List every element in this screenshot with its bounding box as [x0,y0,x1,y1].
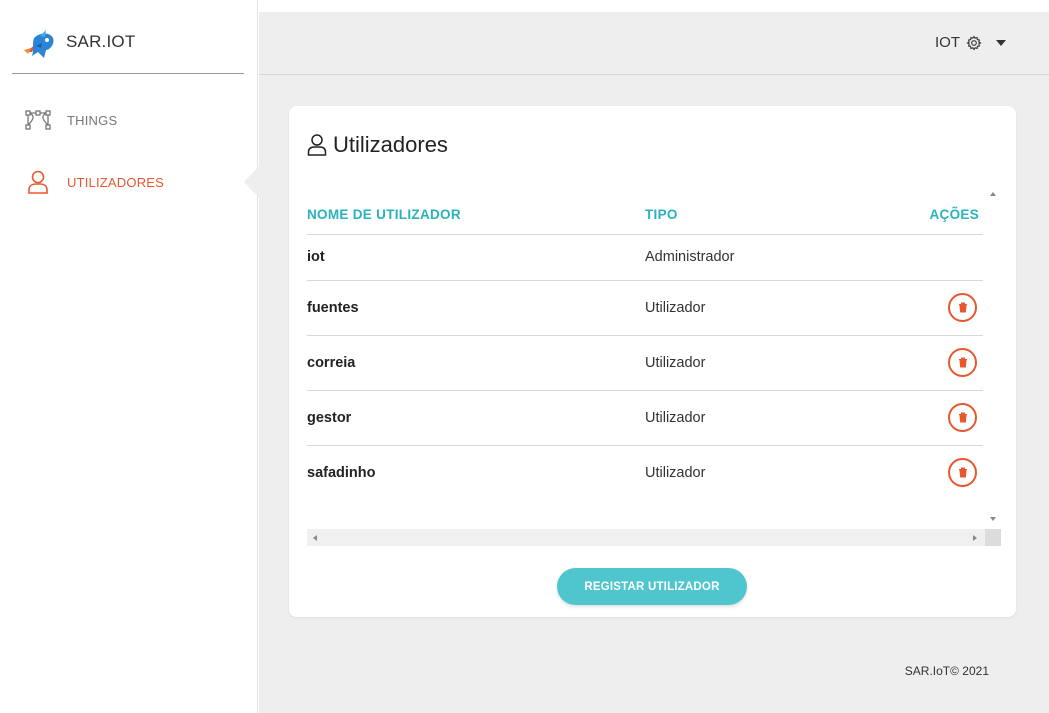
table-row: fuentes Utilizador [307,280,983,336]
sidebar-item-utilizadores[interactable]: UTILIZADORES [24,168,164,196]
user-type-cell: Utilizador [645,335,857,391]
table-row: gestor Utilizador [307,390,983,446]
delete-user-button[interactable] [948,458,977,488]
brand[interactable]: SAR.IOT [12,0,244,74]
scroll-down-arrow-icon[interactable] [990,517,996,521]
page-title: Utilizadores [307,132,448,158]
user-type-cell: Administrador [645,234,857,281]
scroll-right-arrow-icon[interactable] [973,535,977,541]
actions-cell [856,390,983,446]
vertical-scrollbar[interactable] [985,186,1001,529]
gear-icon [966,34,982,51]
user-name-cell: iot [307,234,645,281]
user-type-cell: Utilizador [645,464,706,481]
sidebar: SAR.IOT THINGS UTILIZADORES [0,0,259,713]
table-row: iot Administrador [307,234,983,281]
column-header-name[interactable]: NOME DE UTILIZADOR [307,186,645,235]
user-name-cell: gestor [307,390,645,446]
user-type-cell: Utilizador [645,390,857,446]
user-type-cell: Utilizador [645,280,857,336]
table-header-row: NOME DE UTILIZADOR TIPO AÇÕES [307,186,983,235]
topbar: IOT [259,12,1049,75]
sidebar-item-label: UTILIZADORES [67,174,165,190]
user-icon [307,134,327,156]
user-name-cell: fuentes [307,280,645,336]
column-header-actions: AÇÕES [856,186,983,235]
users-table: NOME DE UTILIZADOR TIPO AÇÕES iot Admini… [307,186,983,500]
sidebar-item-things[interactable]: THINGS [24,106,117,134]
trash-icon [958,357,967,368]
register-user-button[interactable]: REGISTAR UTILIZADOR [557,568,747,605]
actions-cell [856,445,983,500]
sidebar-item-label: THINGS [67,112,118,128]
user-menu-label: IOT [935,34,960,51]
page-title-text: Utilizadores [333,132,448,157]
delete-user-button[interactable] [948,403,977,432]
table-row: safadinho Utilizador [307,445,983,500]
actions-cell [856,234,983,281]
scrollbar-corner [985,529,1001,546]
users-table-area: NOME DE UTILIZADOR TIPO AÇÕES iot Admini… [307,186,983,529]
actions-cell [856,280,983,336]
active-item-indicator [244,166,259,198]
horizontal-scrollbar[interactable] [307,529,985,546]
user-menu-dropdown[interactable]: IOT [935,34,1006,51]
scroll-up-arrow-icon[interactable] [990,192,996,196]
table-row: correia Utilizador [307,335,983,391]
dragon-logo-icon [24,30,54,58]
trash-icon [958,302,967,313]
trash-icon [958,467,967,478]
trash-icon [958,412,967,423]
users-card: Utilizadores NOME DE UTILIZADOR TIPO AÇÕ… [289,106,1016,617]
column-header-type[interactable]: TIPO [645,186,857,235]
user-icon [24,168,52,196]
user-name-cell: safadinho [307,464,376,481]
user-name-cell: correia [307,335,645,391]
actions-cell [856,335,983,391]
users-table-container: NOME DE UTILIZADOR TIPO AÇÕES iot Admini… [307,186,1001,547]
scroll-left-arrow-icon[interactable] [313,535,317,541]
nodes-icon [24,106,52,134]
brand-name: SAR.IOT [66,32,136,51]
delete-user-button[interactable] [948,293,977,322]
chevron-down-icon [996,39,1006,46]
main-content: IOT Utilizadores NOME DE UTILIZADOR TIPO… [259,12,1049,713]
footer-copyright: SAR.IoT© 2021 [904,664,989,678]
delete-user-button[interactable] [948,348,977,377]
